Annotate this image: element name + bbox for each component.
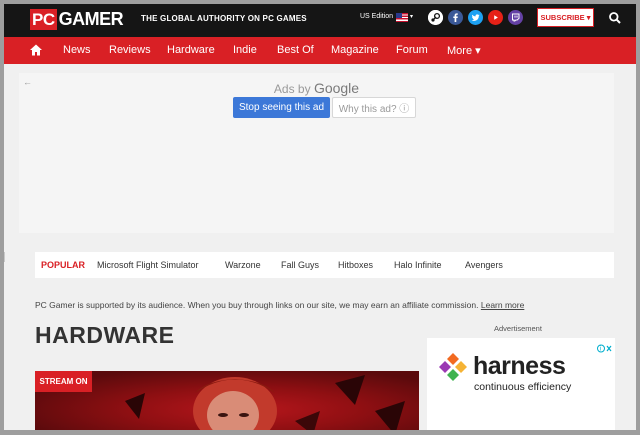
logo-gamer: GAMER xyxy=(58,9,124,29)
nav-item-more[interactable]: More ▾ xyxy=(447,44,481,57)
site-tagline: THE GLOBAL AUTHORITY ON PC GAMES xyxy=(141,14,307,23)
ads-by-label: Ads by xyxy=(273,82,311,96)
adchoices-icon[interactable]: i xyxy=(597,340,613,353)
popular-tag[interactable]: Fall Guys xyxy=(281,260,319,270)
popular-label: POPULAR xyxy=(41,260,86,270)
twitter-icon[interactable] xyxy=(468,10,483,25)
subscribe-button[interactable]: SUBSCRIBE ▾ xyxy=(537,8,594,27)
nav-item-news[interactable]: News xyxy=(63,44,91,56)
ads-by-google: Ads by Google xyxy=(19,80,614,96)
popular-tag[interactable]: Microsoft Flight Simulator xyxy=(97,260,199,270)
nav-item-reviews[interactable]: Reviews xyxy=(109,44,151,56)
side-edge-mark xyxy=(1,252,5,262)
home-icon[interactable] xyxy=(29,43,43,57)
popular-tag[interactable]: Warzone xyxy=(225,260,261,270)
popular-tag[interactable]: Avengers xyxy=(465,260,503,270)
main-nav: News Reviews Hardware Indie Best Of Maga… xyxy=(0,37,640,64)
twitch-icon[interactable] xyxy=(508,10,523,25)
popular-tag[interactable]: Halo Infinite xyxy=(394,260,442,270)
harness-brand-name: harness xyxy=(473,352,566,380)
us-flag-icon[interactable] xyxy=(396,13,408,22)
page-title: HARDWARE xyxy=(35,322,175,348)
steam-icon[interactable] xyxy=(428,10,443,25)
learn-more-link[interactable]: Learn more xyxy=(481,300,524,310)
stream-on-badge[interactable]: STREAM ON xyxy=(35,371,92,392)
nav-item-forum[interactable]: Forum xyxy=(396,44,428,56)
facebook-icon[interactable] xyxy=(448,10,463,25)
nav-item-hardware[interactable]: Hardware xyxy=(167,44,215,56)
logo-pc: PC xyxy=(30,9,57,30)
youtube-icon[interactable] xyxy=(488,10,503,25)
affiliate-text: PC Gamer is supported by its audience. W… xyxy=(35,300,479,310)
why-this-ad-button[interactable]: Why this ad? ⓘ xyxy=(332,97,416,118)
hero-image[interactable] xyxy=(35,371,419,435)
search-icon[interactable] xyxy=(608,11,622,25)
harness-tagline: continuous efficiency xyxy=(474,381,572,393)
site-logo[interactable]: PC GAMER xyxy=(30,9,124,30)
google-label: Google xyxy=(313,80,360,96)
popular-tag[interactable]: Hitboxes xyxy=(338,260,373,270)
edition-selector[interactable]: US Edition xyxy=(360,13,393,20)
advertisement-label: Advertisement xyxy=(494,324,542,333)
affiliate-disclosure: PC Gamer is supported by its audience. W… xyxy=(35,300,524,310)
side-edge-dot xyxy=(1,344,4,347)
nav-item-indie[interactable]: Indie xyxy=(233,44,257,56)
google-ad-block: ← Ads by Google Stop seeing this ad Why … xyxy=(19,73,614,233)
stop-seeing-ad-button[interactable]: Stop seeing this ad xyxy=(233,97,330,118)
harness-ad[interactable]: i harness continuous efficiency xyxy=(427,338,615,435)
top-bar: PC GAMER THE GLOBAL AUTHORITY ON PC GAME… xyxy=(0,0,640,37)
popular-tags-bar: POPULAR Microsoft Flight Simulator Warzo… xyxy=(35,252,614,278)
nav-item-magazine[interactable]: Magazine xyxy=(331,44,379,56)
nav-item-best-of[interactable]: Best Of xyxy=(277,44,314,56)
edition-caret[interactable]: ▾ xyxy=(410,13,413,20)
harness-logo-icon xyxy=(437,351,469,383)
